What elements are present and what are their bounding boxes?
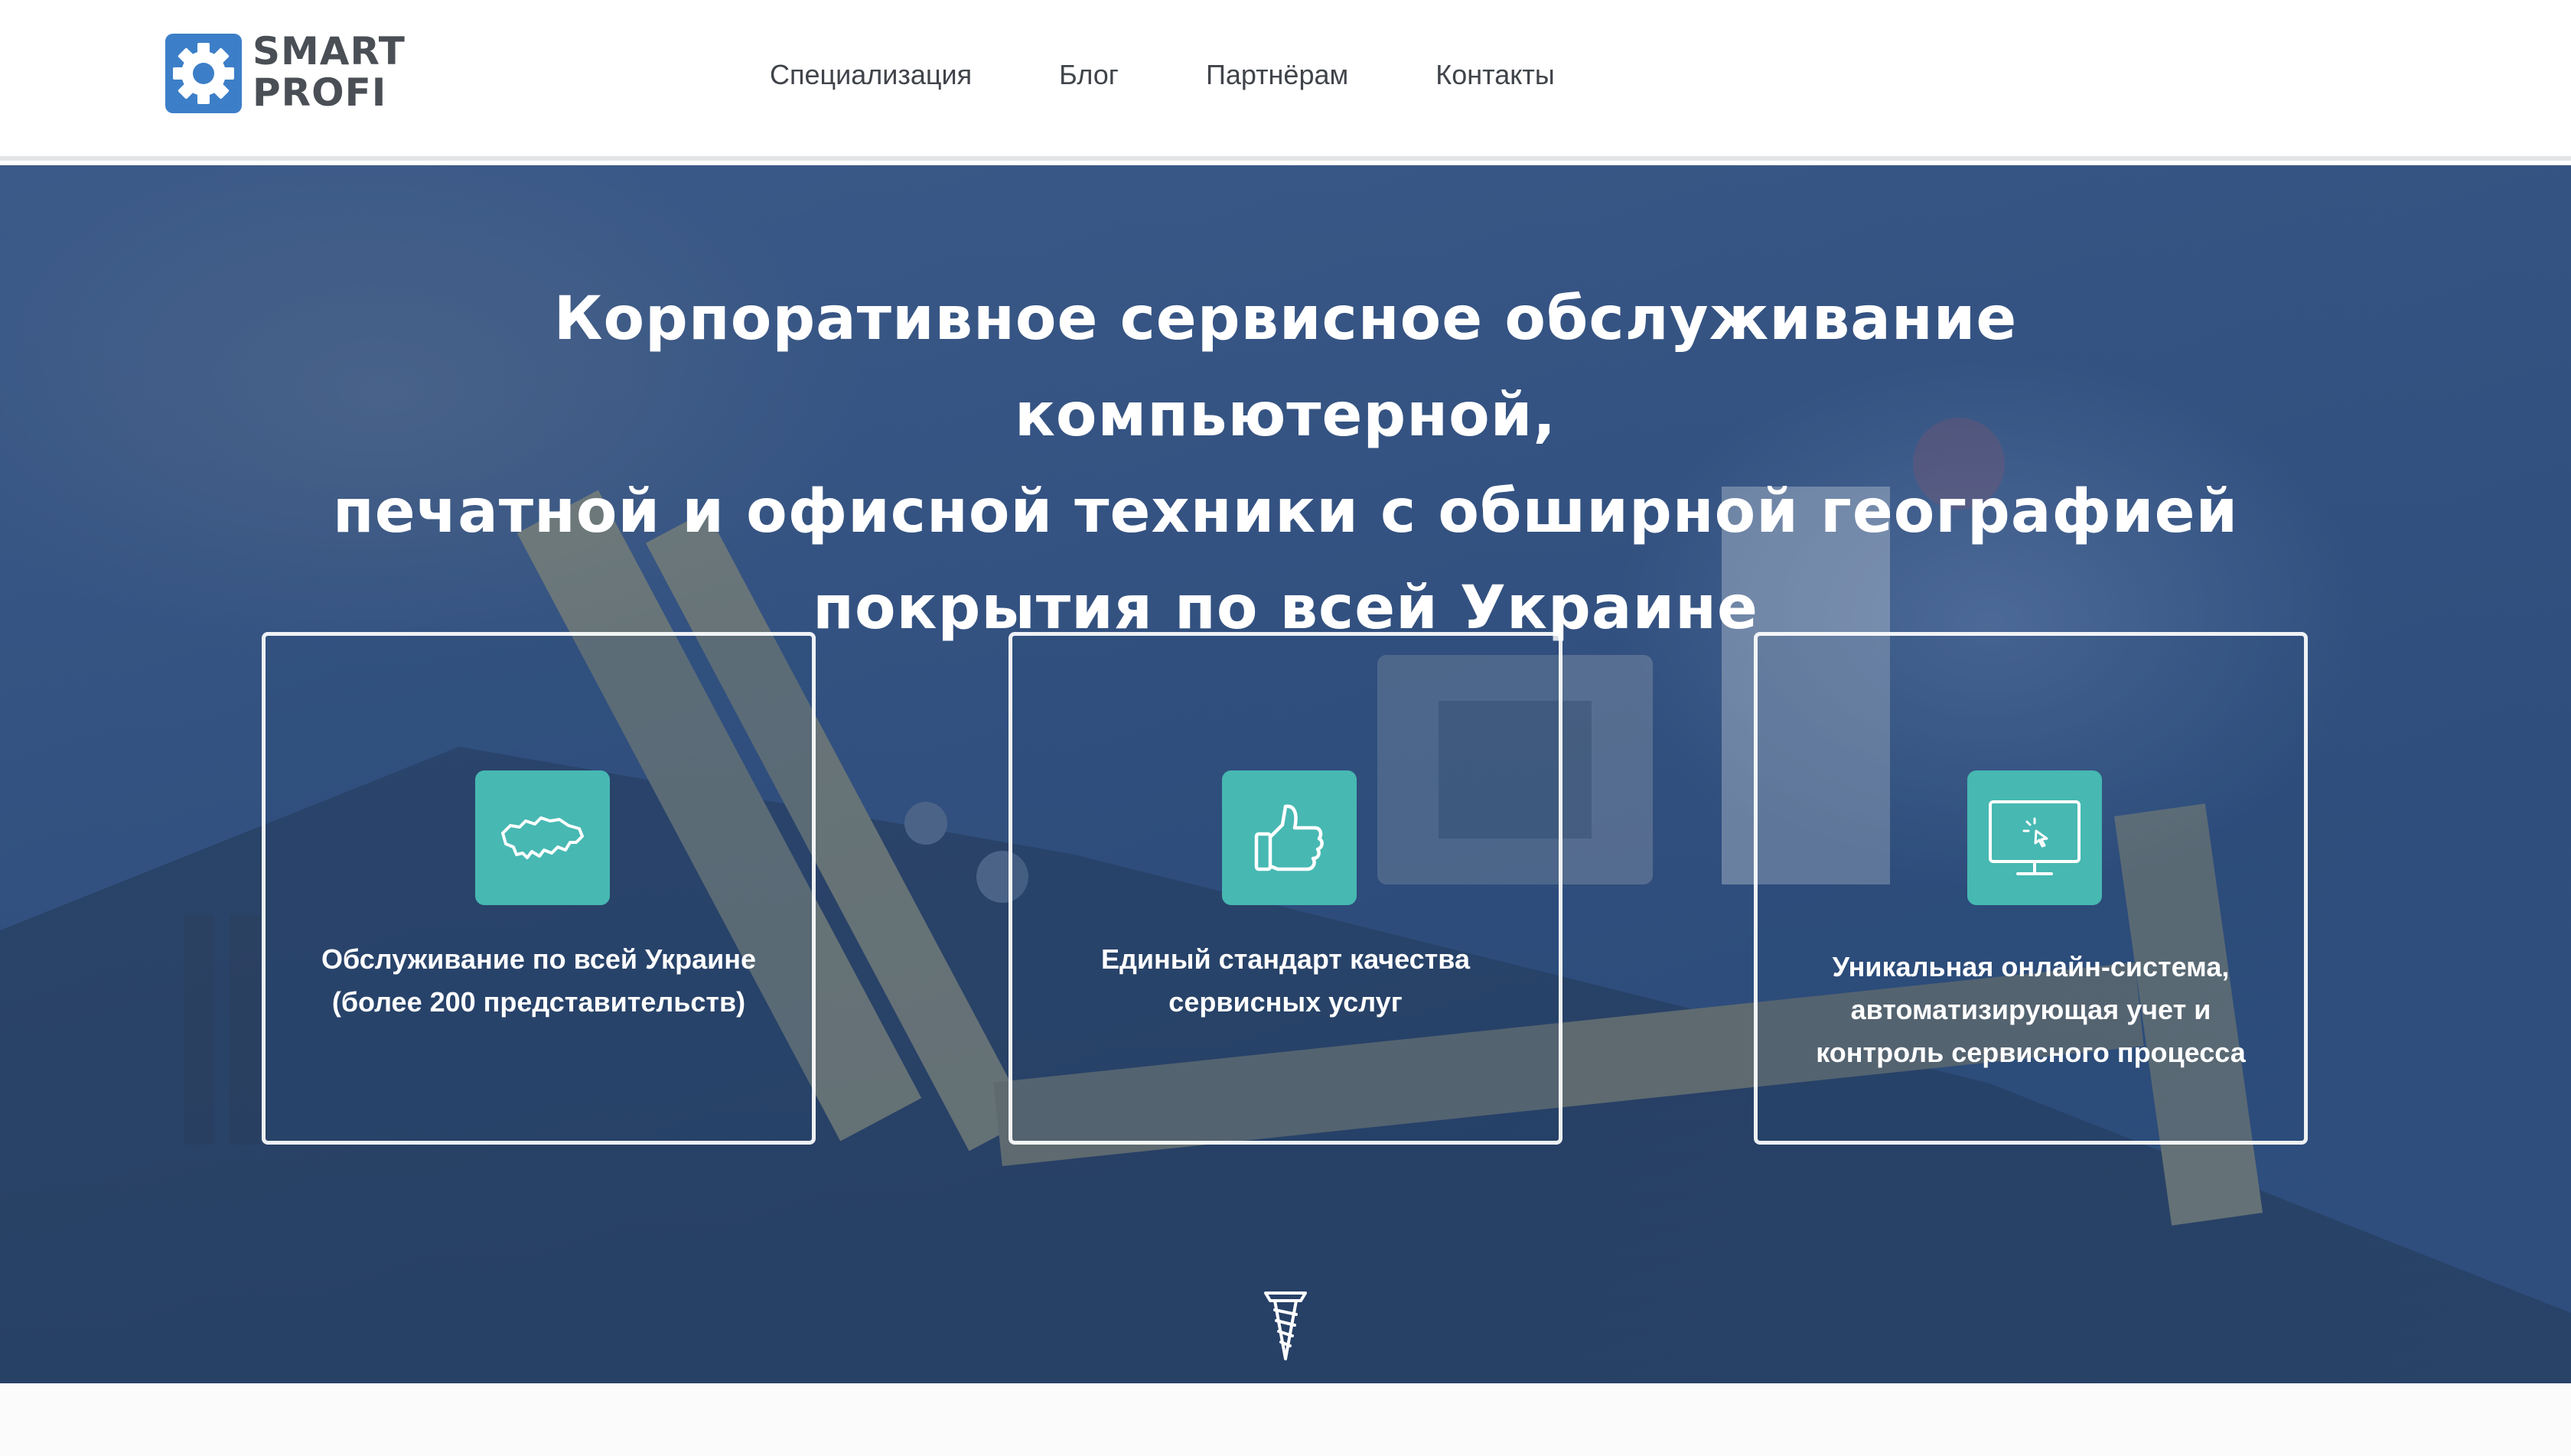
gear-logo-icon (165, 34, 242, 113)
ukraine-map-icon (475, 770, 610, 905)
feature-1-line-1: Обслуживание по всей Украине (321, 943, 756, 975)
feature-card-quality: Единый стандарт качества сервисных услуг (1009, 632, 1562, 1145)
thumbs-up-icon (1222, 770, 1357, 905)
feature-text-online-system: Уникальная онлайн-система, автоматизирую… (1773, 946, 2289, 1074)
logo-line-1: SMART (253, 29, 406, 73)
feature-2-line-2: сервисных услуг (1168, 986, 1403, 1018)
hero-title-line-2: печатной и офисной техники с обширной ге… (332, 477, 2239, 546)
nav-link-specialization[interactable]: Специализация (770, 57, 972, 93)
feature-2-line-1: Единый стандарт качества (1101, 943, 1470, 975)
feature-1-line-2: (более 200 представительств) (331, 986, 746, 1018)
nav-link-contacts[interactable]: Контакты (1435, 57, 1555, 93)
feature-card-online-system: Уникальная онлайн-система, автоматизирую… (1754, 632, 2308, 1145)
feature-card-coverage: Обслуживание по всей Украине (более 200 … (262, 632, 816, 1145)
hero-title-line-1: Корпоративное сервисное обслуживание ком… (553, 285, 2018, 450)
feature-text-coverage: Обслуживание по всей Украине (более 200 … (281, 938, 797, 1024)
logo[interactable]: SMART PROFI (165, 31, 418, 116)
feature-3-line-3: контроль сервисного процесса (1816, 1037, 2246, 1068)
hero-title: Корпоративное сервисное обслуживание ком… (291, 271, 2280, 656)
site-header: SMART PROFI Специализация Блог Партнёрам… (0, 0, 2571, 161)
monitor-click-icon (1967, 770, 2102, 905)
nav-link-partners[interactable]: Партнёрам (1206, 57, 1348, 93)
feature-3-line-1: Уникальная онлайн-система, (1832, 951, 2230, 982)
logo-wordmark: SMART PROFI (253, 31, 428, 113)
hero-section: Корпоративное сервисное обслуживание ком… (0, 165, 2571, 1383)
next-section-strip (0, 1383, 2571, 1456)
logo-line-2: PROFI (253, 70, 387, 115)
feature-3-line-2: автоматизирующая учет и (1850, 994, 2211, 1025)
feature-text-quality: Единый стандарт качества сервисных услуг (1028, 938, 1543, 1024)
main-nav: Специализация Блог Партнёрам Контакты (770, 57, 1642, 93)
screw-icon[interactable] (1261, 1287, 1310, 1363)
nav-link-blog[interactable]: Блог (1059, 57, 1119, 93)
